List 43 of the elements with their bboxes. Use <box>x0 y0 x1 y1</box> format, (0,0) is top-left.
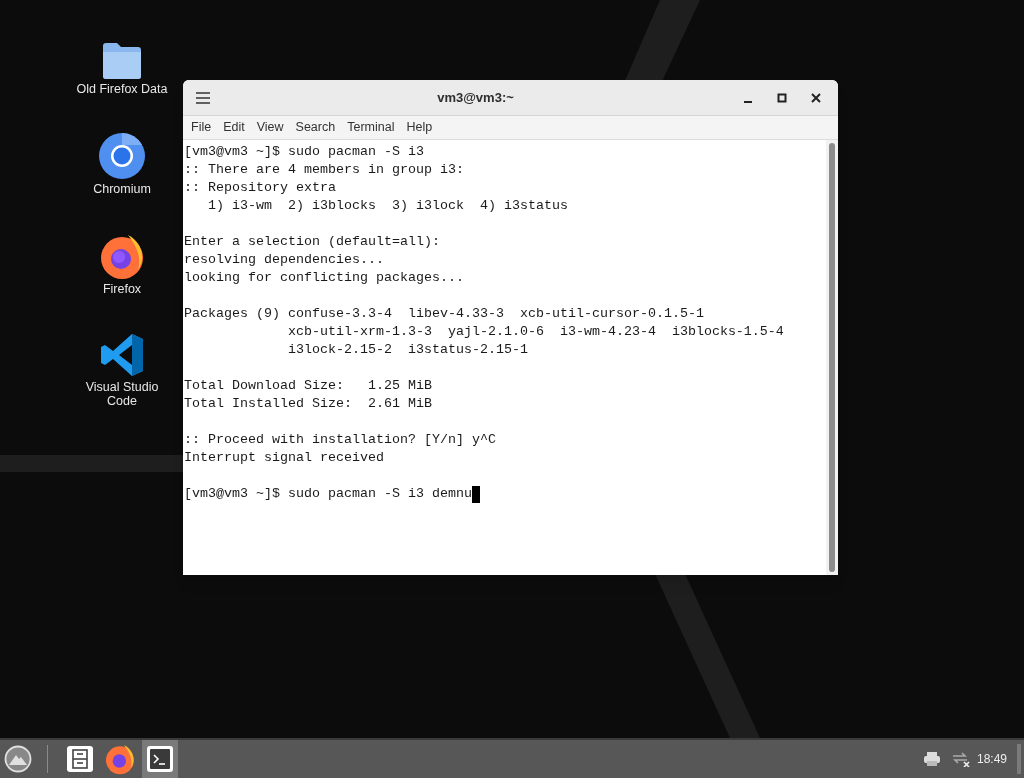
menu-item[interactable]: View <box>250 118 290 137</box>
taskbar-app-button[interactable] <box>142 740 178 778</box>
menu-item[interactable]: Edit <box>217 118 251 137</box>
window-title: vm3@vm3:~ <box>436 88 515 107</box>
mountain-logo-icon <box>4 745 32 773</box>
terminal-line: resolving dependencies... <box>184 251 384 269</box>
firefox-icon <box>104 743 136 775</box>
terminal-line: Total Download Size: 1.25 MiB <box>184 377 432 395</box>
terminal-line: Total Installed Size: 2.61 MiB <box>184 395 432 413</box>
terminal-line: Packages (9) confuse-3.3-4 libev-4.33-3 xcb-util-cursor-0.1.5-1 <box>184 305 704 323</box>
code-editor-icon <box>99 332 145 378</box>
firefox-icon <box>98 232 146 280</box>
menu-icon <box>195 91 211 104</box>
chromium-icon <box>98 132 146 180</box>
terminal-icon <box>146 745 174 773</box>
terminal-line: 1) i3-wm 2) i3blocks 3) i3lock 4) i3status <box>207 197 568 215</box>
terminal-line: :: Proceed with installation? [Y/n] y^C <box>184 431 496 449</box>
desktop-icon-label[interactable]: Chromium <box>70 182 174 196</box>
terminal-line: [vm3@vm3 ~]$ sudo pacman -S i3 <box>184 143 424 161</box>
terminal-line: :: There are 4 members in group i3: <box>184 161 464 179</box>
terminal-line: Enter a selection (default=all): <box>184 233 440 251</box>
clock[interactable]: 18:49 <box>976 750 1007 768</box>
menu-item[interactable]: File <box>185 118 218 137</box>
menu-item[interactable]: Terminal <box>341 118 401 137</box>
network-disconnected-icon[interactable] <box>950 751 971 767</box>
terminal-line: xcb-util-xrm-1.3-3 yajl-2.1.0-6 i3-wm-4.23-4 i3blocks-1.5-4 <box>286 323 784 341</box>
folder-icon <box>101 40 143 80</box>
menu-item[interactable]: Search <box>289 118 342 137</box>
minimize-icon <box>744 100 752 103</box>
desktop-icon-label[interactable]: Firefox <box>70 282 174 296</box>
file-cabinet-icon <box>66 745 94 773</box>
terminal-line: Interrupt signal received <box>184 449 384 467</box>
close-icon <box>811 92 821 103</box>
maximize-icon <box>777 92 787 103</box>
terminal-line: looking for conflicting packages... <box>184 269 464 287</box>
start-button[interactable] <box>3 744 33 774</box>
desktop-icon-label[interactable]: Visual Studio Code <box>70 380 174 408</box>
desktop-icon-label[interactable]: Old Firefox Data <box>70 82 174 96</box>
terminal-line: [vm3@vm3 ~]$ sudo pacman -S i3 demnu <box>184 485 472 503</box>
terminal-line: :: Repository extra <box>184 179 336 197</box>
terminal-line: i3lock-2.15-2 i3status-2.15-1 <box>286 341 528 359</box>
printer-icon[interactable] <box>922 751 941 767</box>
menu-item[interactable]: Help <box>400 118 439 137</box>
